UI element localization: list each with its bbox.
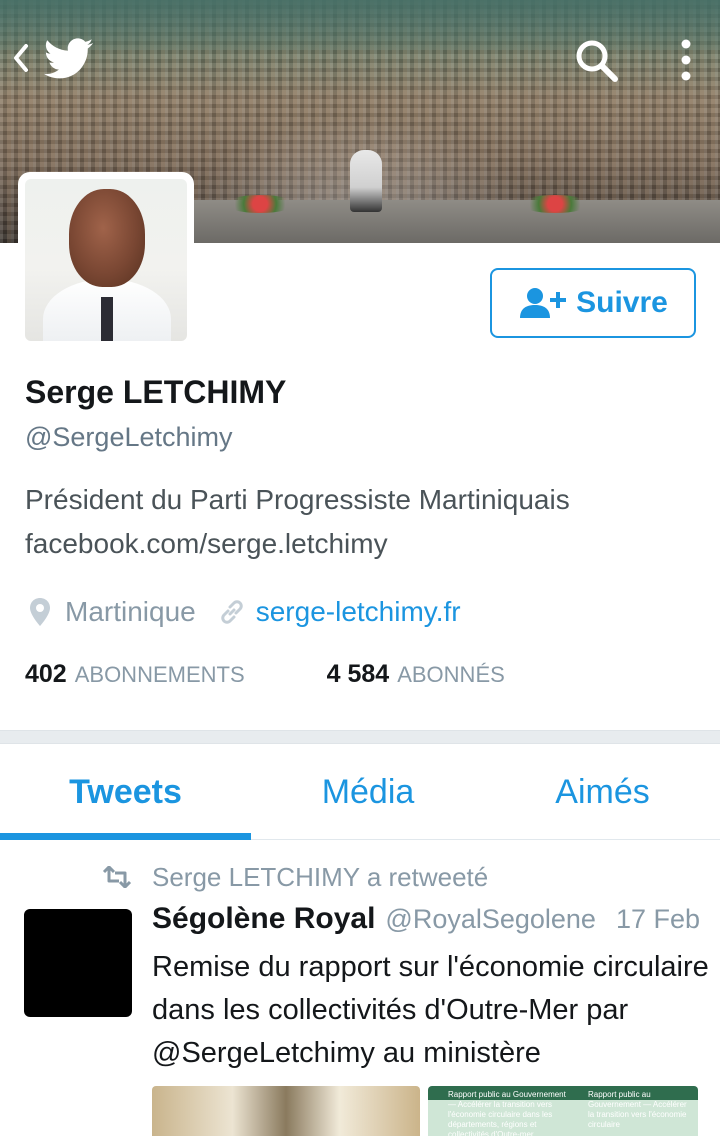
avatar-photo: [25, 179, 187, 341]
section-divider: [0, 730, 720, 744]
search-icon[interactable]: [572, 36, 620, 84]
tab-likes[interactable]: Aimés: [485, 744, 720, 840]
follow-button-label: Suivre: [576, 286, 668, 319]
avatar-tie: [101, 297, 113, 341]
banner-flowers: [520, 195, 590, 213]
following-label[interactable]: ABONNEMENTS: [75, 662, 245, 688]
profile-stats: 402 ABONNEMENTS 4 584 ABONNÉS: [25, 660, 505, 689]
tweet-author-name[interactable]: Ségolène Royal: [152, 902, 375, 936]
bio-link[interactable]: facebook.com/serge.letchimy: [25, 522, 705, 566]
tweet-media-caption: Rapport public au Gouvernement — Accélér…: [588, 1090, 687, 1129]
bio-line: Président du Parti Progressiste Martiniq…: [25, 484, 570, 515]
profile-location: Martinique: [65, 596, 196, 627]
tweet-header: Ségolène Royal @RoyalSegolene 17 Feb: [152, 902, 700, 944]
followers-label[interactable]: ABONNÉS: [397, 662, 505, 688]
tweet-author-avatar[interactable]: [24, 909, 132, 1017]
profile-tabs: Tweets Média Aimés: [0, 744, 720, 840]
tweet-date[interactable]: 17 Feb: [616, 904, 700, 935]
profile-website-link[interactable]: serge-letchimy.fr: [256, 596, 461, 628]
tweet-media-caption: Rapport public au Gouvernement — Accélér…: [448, 1090, 566, 1136]
profile-bio: Président du Parti Progressiste Martiniq…: [25, 478, 705, 566]
profile-meta: Martinique serge-letchimy.fr: [25, 592, 461, 632]
person-plus-icon: [520, 288, 567, 318]
following-count[interactable]: 402: [25, 660, 67, 689]
back-icon[interactable]: [10, 38, 32, 78]
tweet-media-photo[interactable]: [152, 1086, 420, 1136]
tweet-text: Remise du rapport sur l'économie circula…: [152, 951, 709, 1069]
followers-count[interactable]: 4 584: [327, 660, 390, 689]
tweet-author-handle[interactable]: @RoyalSegolene: [385, 904, 596, 935]
banner-speaker: [350, 150, 382, 212]
avatar-face: [69, 189, 145, 287]
active-tab-indicator: [0, 833, 251, 840]
tweet-media-document[interactable]: Rapport public au Gouvernement — Accélér…: [428, 1086, 698, 1136]
tab-tweets[interactable]: Tweets: [0, 744, 251, 840]
link-icon: [221, 600, 243, 624]
location-pin-icon: [30, 598, 50, 626]
profile-handle: @SergeLetchimy: [25, 422, 233, 452]
retweet-icon: [102, 866, 132, 888]
banner-flowers: [225, 195, 295, 213]
profile-avatar[interactable]: [18, 172, 194, 348]
overflow-menu-icon[interactable]: [672, 36, 700, 84]
profile-name: Serge LETCHIMY: [25, 374, 287, 410]
tab-media[interactable]: Média: [251, 744, 485, 840]
retweet-context: Serge LETCHIMY a retweeté: [102, 860, 488, 894]
follow-button[interactable]: Suivre: [490, 268, 696, 338]
retweet-context-label: Serge LETCHIMY a retweeté: [152, 861, 489, 892]
twitter-bird-icon: [44, 38, 94, 79]
